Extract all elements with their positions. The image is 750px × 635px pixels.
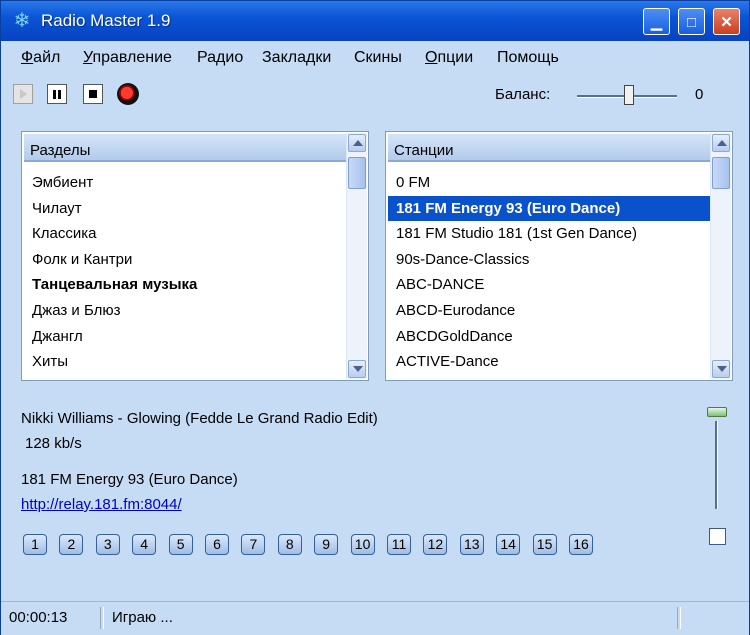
menu-bookmarks[interactable]: Закладки <box>262 49 331 67</box>
title-bar[interactable]: ❄ Radio Master 1.9 ▁ □ ✕ <box>1 1 749 41</box>
scroll-thumb[interactable] <box>348 157 366 189</box>
preset-button[interactable]: 7 <box>241 534 266 555</box>
scroll-down-button[interactable] <box>348 360 366 378</box>
elapsed-time: 00:00:13 <box>9 609 68 626</box>
status-divider <box>100 607 104 629</box>
section-list-item[interactable]: Танцевальная музыка <box>24 272 346 298</box>
preset-button[interactable]: 5 <box>168 534 193 555</box>
station-list-item[interactable]: 0 FM <box>388 170 710 196</box>
preset-button[interactable]: 13 <box>459 534 484 555</box>
menu-bar: Файл Управление Радио Закладки Скины Опц… <box>1 41 749 77</box>
section-list-item[interactable]: Чилаут <box>24 196 346 222</box>
balance-label: Баланс: <box>495 86 551 103</box>
balance-slider-thumb[interactable] <box>624 85 634 105</box>
preset-button[interactable]: 2 <box>59 534 84 555</box>
maximize-icon: □ <box>686 14 697 31</box>
preset-button[interactable]: 1 <box>23 534 47 555</box>
scroll-up-button[interactable] <box>348 134 366 152</box>
stations-items: 0 FM 181 FM Energy 93 (Euro Dance) 181 FM … <box>388 170 710 375</box>
sections-header[interactable]: Разделы <box>24 134 346 162</box>
section-list-item[interactable]: Хиты <box>24 349 346 375</box>
volume-slider-track[interactable] <box>715 421 718 509</box>
section-list-item[interactable]: Эмбиент <box>24 170 346 196</box>
play-button[interactable] <box>13 84 33 104</box>
preset-button[interactable]: 15 <box>532 534 557 555</box>
stations-scrollbar[interactable] <box>710 133 731 379</box>
mute-checkbox[interactable] <box>709 528 726 545</box>
preset-button[interactable]: 16 <box>569 534 593 555</box>
preset-button[interactable]: 8 <box>277 534 302 555</box>
section-list-item[interactable]: Джангл <box>24 324 346 350</box>
app-window: ❄ Radio Master 1.9 ▁ □ ✕ Файл Управление… <box>0 0 750 635</box>
minimize-icon: ▁ <box>650 14 663 31</box>
menu-skins[interactable]: Скины <box>354 49 402 67</box>
volume-slider-thumb[interactable] <box>707 407 727 417</box>
now-playing-track: Nikki Williams - Glowing (Fedde Le Grand… <box>21 410 378 427</box>
scroll-down-button[interactable] <box>712 360 730 378</box>
preset-button[interactable]: 11 <box>387 534 411 555</box>
current-station-name: 181 FM Energy 93 (Euro Dance) <box>21 471 238 488</box>
station-list-item[interactable]: ABCD-Eurodance <box>388 298 710 324</box>
menu-control[interactable]: Управление <box>83 49 172 67</box>
station-list-item[interactable]: ABCDGoldDance <box>388 324 710 350</box>
preset-button[interactable]: 14 <box>496 534 521 555</box>
stop-button[interactable] <box>83 84 103 104</box>
section-list-item[interactable]: Классика <box>24 221 346 247</box>
station-list-item[interactable]: 90s-Dance-Classics <box>388 247 710 273</box>
status-text: Играю ... <box>112 609 173 626</box>
preset-button[interactable]: 3 <box>95 534 120 555</box>
window-title: Radio Master 1.9 <box>41 11 171 30</box>
scroll-up-button[interactable] <box>712 134 730 152</box>
close-icon: ✕ <box>720 14 733 31</box>
sections-list[interactable]: Разделы Эмбиент Чилаут Классика Фолк и Кант… <box>21 131 369 381</box>
station-list-item[interactable]: ABC-DANCE <box>388 272 710 298</box>
menu-options[interactable]: Опции <box>425 49 473 67</box>
section-list-item[interactable]: Фолк и Кантри <box>24 247 346 273</box>
close-button[interactable]: ✕ <box>713 8 740 35</box>
preset-button[interactable]: 9 <box>314 534 339 555</box>
section-list-item[interactable]: Джаз и Блюз <box>24 298 346 324</box>
preset-button[interactable]: 12 <box>423 534 448 555</box>
maximize-button[interactable]: □ <box>678 8 705 35</box>
preset-button[interactable]: 4 <box>132 534 157 555</box>
menu-file[interactable]: Файл <box>21 49 60 67</box>
stations-header[interactable]: Станции <box>388 134 710 162</box>
snowflake-icon: ❄ <box>13 10 31 32</box>
menu-radio[interactable]: Радио <box>197 49 243 67</box>
preset-button[interactable]: 10 <box>350 534 375 555</box>
menu-help[interactable]: Помощь <box>497 49 559 67</box>
record-button[interactable] <box>117 83 139 105</box>
minimize-button[interactable]: ▁ <box>643 8 670 35</box>
bitrate: 128 kb/s <box>25 435 82 452</box>
sections-scrollbar[interactable] <box>346 133 367 379</box>
status-divider <box>677 607 681 629</box>
station-url-link[interactable]: http://relay.181.fm:8044/ <box>21 496 182 513</box>
balance-value: 0 <box>695 86 704 103</box>
preset-button[interactable]: 6 <box>205 534 229 555</box>
stations-list[interactable]: Станции 0 FM 181 FM Energy 93 (Euro Dance… <box>385 131 733 381</box>
scroll-thumb[interactable] <box>712 157 730 189</box>
sections-items: Эмбиент Чилаут Классика Фолк и Кантри Танцев… <box>24 170 346 375</box>
station-list-item[interactable]: 181 FM Studio 181 (1st Gen Dance) <box>388 221 710 247</box>
station-list-item[interactable]: ACTIVE-Dance <box>388 349 710 375</box>
station-list-item[interactable]: 181 FM Energy 93 (Euro Dance) <box>388 195 710 222</box>
status-bar: 00:00:13 Играю ... <box>1 601 749 635</box>
toolbar: Баланс: 0 <box>1 77 749 113</box>
pause-button[interactable] <box>47 84 67 104</box>
